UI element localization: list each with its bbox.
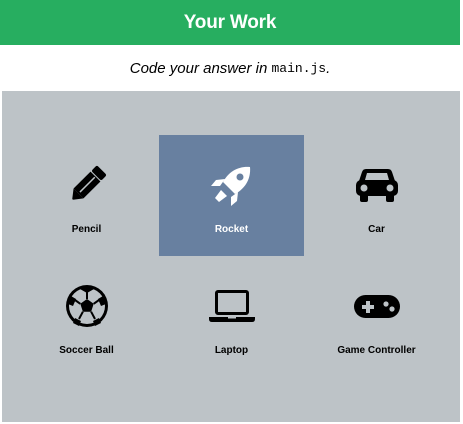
instructions-filename: main.js bbox=[271, 60, 327, 76]
tile-label: Laptop bbox=[214, 345, 249, 356]
pencil-icon bbox=[63, 161, 111, 209]
tile-label: Game Controller bbox=[337, 345, 416, 356]
tile-soccer-ball[interactable]: Soccer Ball bbox=[14, 256, 159, 377]
game-controller-icon bbox=[353, 282, 401, 330]
app-frame: Your Work Code your answer in main.js. P… bbox=[0, 0, 463, 424]
soccer-ball-icon bbox=[63, 282, 111, 330]
tile-label: Car bbox=[368, 224, 385, 235]
icon-grid: Pencil Rocket Car Soccer Ball Laptop Gam… bbox=[2, 91, 460, 422]
tile-car[interactable]: Car bbox=[304, 135, 449, 256]
rocket-icon bbox=[208, 161, 256, 209]
laptop-icon bbox=[208, 282, 256, 330]
header-bar: Your Work bbox=[0, 0, 460, 45]
page-title: Your Work bbox=[183, 11, 277, 33]
instructions: Code your answer in main.js. bbox=[0, 45, 460, 91]
tile-game-controller[interactable]: Game Controller bbox=[304, 256, 449, 377]
tile-label: Rocket bbox=[214, 224, 249, 235]
instructions-prefix: Code your answer in bbox=[129, 59, 272, 77]
tile-pencil[interactable]: Pencil bbox=[14, 135, 159, 256]
tile-laptop[interactable]: Laptop bbox=[159, 256, 304, 377]
instructions-suffix: . bbox=[326, 59, 331, 77]
tile-label: Pencil bbox=[71, 224, 102, 235]
tile-rocket[interactable]: Rocket bbox=[159, 135, 304, 256]
tile-label: Soccer Ball bbox=[59, 345, 114, 356]
car-icon bbox=[353, 161, 401, 209]
